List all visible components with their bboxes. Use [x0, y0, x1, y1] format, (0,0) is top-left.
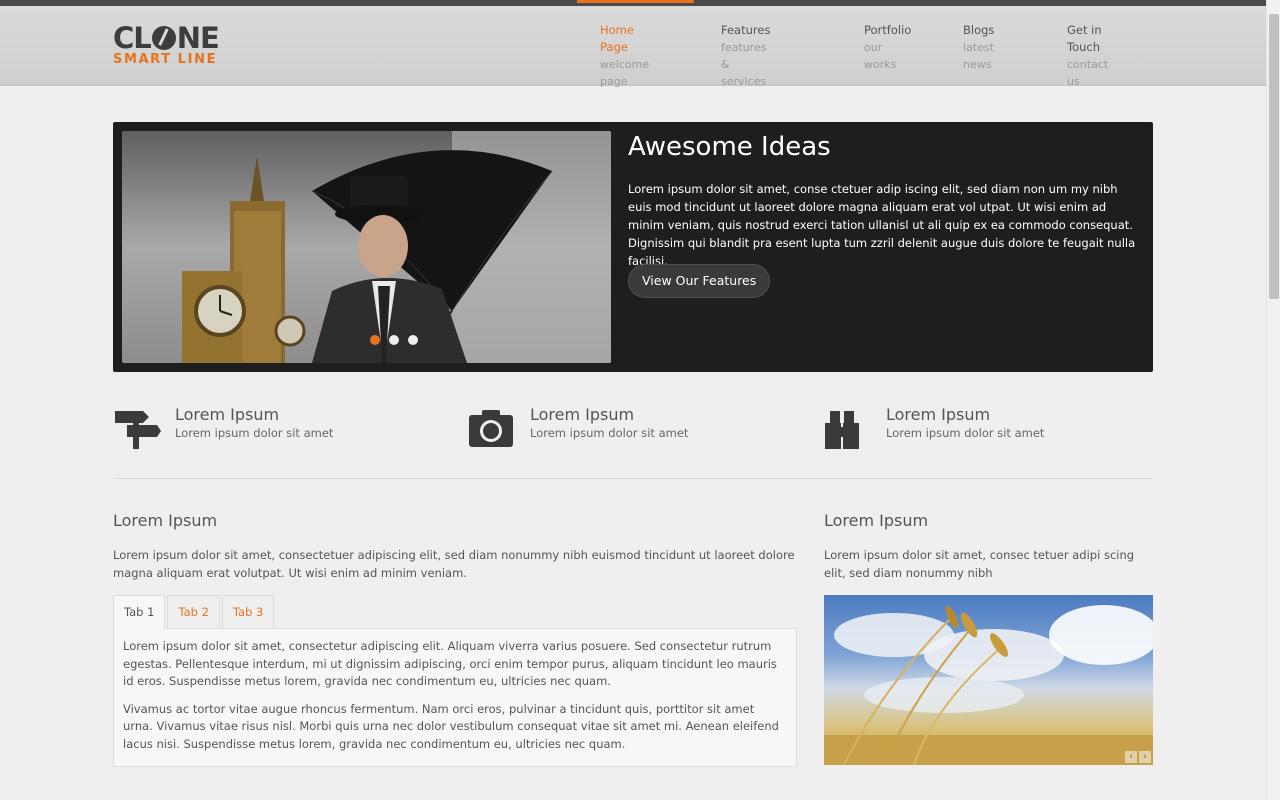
main-text: Lorem ipsum dolor sit amet, consectetuer… [113, 548, 795, 580]
nav-title: Home Page [600, 23, 634, 54]
nav-item-contact[interactable]: Get in Touch contact us [1067, 22, 1108, 90]
logo-text-b: NE [176, 21, 220, 55]
nav-subtitle: contact us [1067, 58, 1109, 88]
view-features-button[interactable]: View Our Features [628, 264, 771, 298]
nav-title: Get in Touch [1067, 23, 1102, 54]
next-icon[interactable]: › [1139, 751, 1151, 763]
slider-dot-3[interactable] [408, 335, 418, 345]
tab-2[interactable]: Tab 2 [167, 595, 220, 629]
side-text: Lorem ipsum dolor sit amet, consec tetue… [824, 548, 1135, 580]
prev-icon[interactable]: ‹ [1125, 751, 1137, 763]
hero-slider: Awesome Ideas Lorem ipsum dolor sit amet… [113, 122, 1153, 372]
slide-title: Awesome Ideas [628, 132, 831, 162]
tab-panel: Lorem ipsum dolor sit amet, consectetur … [113, 628, 797, 767]
feature-title: Lorem Ipsum [886, 405, 991, 424]
logo-tagline: SMART LINE [113, 52, 218, 67]
nav-title: Blogs [963, 23, 995, 37]
slider-dot-2[interactable] [389, 335, 399, 345]
section-divider [113, 478, 1153, 479]
nav-title: Features [721, 23, 771, 37]
feature-subtitle: Lorem ipsum dolor sit amet [175, 426, 334, 440]
camera-icon [469, 410, 513, 447]
slide-illustration [122, 131, 611, 363]
logo-text-a: CL [113, 21, 152, 55]
slide-image [122, 131, 611, 363]
slider-dot-1[interactable] [370, 335, 380, 345]
feature-subtitle: Lorem ipsum dolor sit amet [886, 426, 1045, 440]
feature-subtitle: Lorem ipsum dolor sit amet [530, 426, 689, 440]
side-title: Lorem Ipsum [824, 511, 929, 530]
side-image-nav: ‹ › [1125, 751, 1151, 763]
nav-item-blogs[interactable]: Blogs latest news [963, 22, 994, 73]
tab-bar: Tab 1 Tab 2 Tab 3 [113, 595, 276, 630]
signpost-icon [115, 411, 161, 449]
tab-3[interactable]: Tab 3 [221, 595, 275, 629]
main-title: Lorem Ipsum [113, 511, 218, 530]
nav-item-home[interactable]: Home Page welcome page [600, 22, 649, 90]
logo[interactable]: CL NE SMART LINE [113, 21, 220, 67]
logo-wordmark: CL NE [113, 21, 220, 55]
nav-title: Portfolio [864, 23, 912, 37]
tab-paragraph-1: Lorem ipsum dolor sit amet, consectetur … [123, 639, 777, 688]
tab-paragraph-2: Vivamus ac tortor vitae augue rhoncus fe… [123, 701, 779, 751]
logo-o-icon [151, 26, 176, 50]
nav-subtitle: features & services [721, 41, 767, 88]
slide-text: Lorem ipsum dolor sit amet, conse ctetue… [628, 182, 1136, 268]
nav-subtitle: latest news [963, 41, 994, 71]
wheat-illustration [824, 605, 1153, 765]
scrollbar[interactable] [1266, 0, 1280, 800]
nav-item-features[interactable]: Features features & services [721, 22, 770, 90]
binoculars-icon [825, 411, 859, 449]
tab-1[interactable]: Tab 1 [113, 595, 166, 630]
nav-active-indicator [577, 0, 694, 3]
side-image: ‹ › [824, 595, 1153, 765]
nav-subtitle: welcome page [600, 58, 650, 88]
nav-item-portfolio[interactable]: Portfolio our works [864, 22, 911, 73]
feature-title: Lorem Ipsum [175, 405, 280, 424]
scrollbar-thumb[interactable] [1269, 14, 1279, 299]
nav-subtitle: our works [864, 41, 897, 71]
feature-title: Lorem Ipsum [530, 405, 635, 424]
slider-dots [370, 335, 418, 345]
